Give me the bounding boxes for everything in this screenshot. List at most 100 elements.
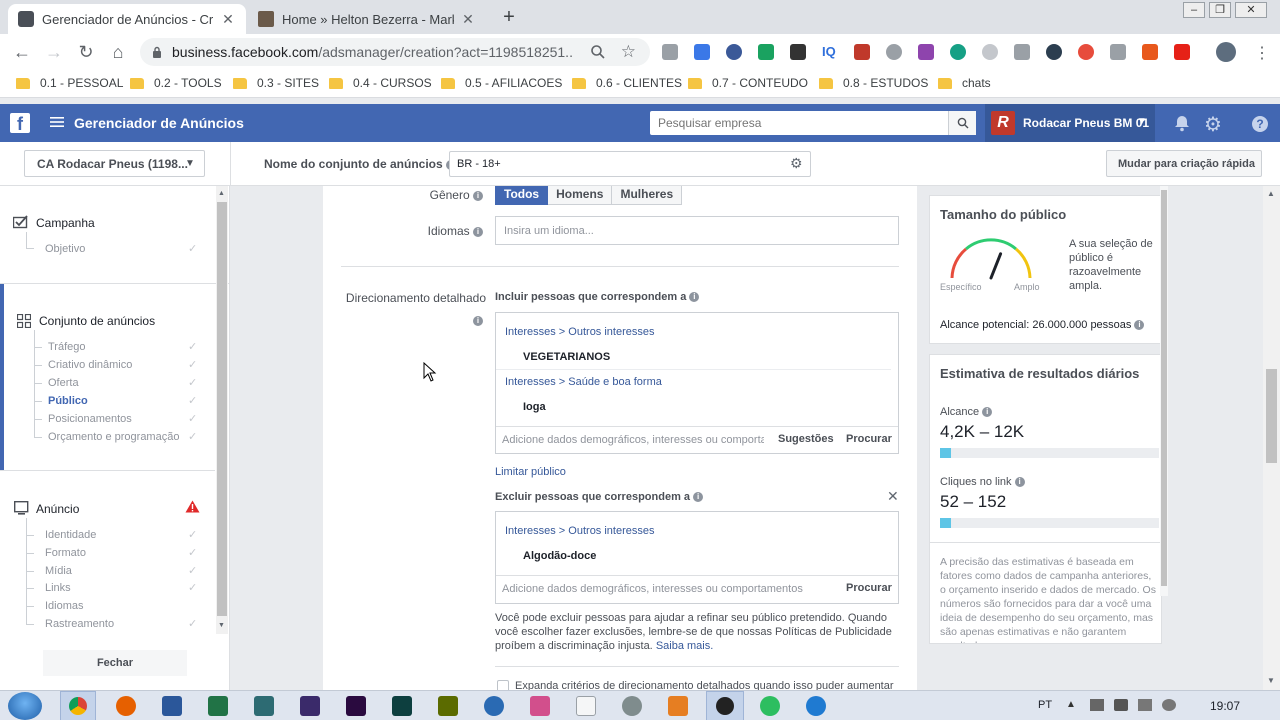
profile-avatar[interactable] [1216, 42, 1236, 62]
forward-arrow-icon[interactable]: → [42, 41, 66, 63]
start-button-icon[interactable] [8, 692, 42, 720]
info-icon[interactable]: i [473, 313, 483, 327]
zoom-icon[interactable] [590, 44, 606, 60]
nav-media[interactable]: Mídia [45, 565, 72, 577]
close-tab-icon[interactable]: ✕ [460, 11, 476, 28]
audition-icon[interactable] [392, 696, 412, 716]
bookmark-folder[interactable]: 0.4 - CURSOS [329, 76, 432, 90]
adset-name-field[interactable]: BR - 18+ ⚙ [449, 151, 811, 177]
new-tab-button[interactable]: + [498, 6, 520, 28]
nav-campaign[interactable]: Campanha [36, 216, 95, 230]
nav-links[interactable]: Links [45, 582, 71, 594]
home-icon[interactable]: ⌂ [106, 41, 130, 63]
bookmark-folder[interactable]: chats [938, 76, 991, 90]
gender-all-button[interactable]: Todos [495, 186, 549, 205]
targeting-term[interactable]: Algodão-doce [523, 550, 596, 562]
bookmark-star-icon[interactable]: ☆ [621, 42, 636, 62]
bookmark-folder[interactable]: 0.3 - SITES [233, 76, 319, 90]
evernote-icon[interactable] [760, 696, 780, 716]
fireworks-icon[interactable] [438, 696, 458, 716]
tab-ads-manager[interactable]: Gerenciador de Anúncios - Criaç ✕ [8, 4, 246, 34]
premiere-icon[interactable] [346, 696, 366, 716]
extension-tag-icon[interactable] [758, 44, 774, 60]
extension-youtube-icon[interactable] [1174, 44, 1190, 60]
targeting-term[interactable]: VEGETARIANOS [523, 351, 610, 363]
nav-scrollbar[interactable]: ▲ ▼ [216, 186, 228, 634]
notifications-bell-icon[interactable] [1173, 114, 1191, 132]
media-player-icon[interactable] [484, 696, 504, 716]
nav-adset[interactable]: Conjunto de anúncios [39, 314, 155, 328]
taskbar-active-app[interactable] [60, 691, 96, 720]
nav-tracking[interactable]: Rastreamento [45, 618, 114, 630]
app-icon[interactable] [622, 696, 642, 716]
remove-exclusion-icon[interactable]: ✕ [887, 488, 899, 505]
ad-account-selector[interactable]: CA Rodacar Pneus (1198... ▼ [24, 150, 205, 177]
nav-offer[interactable]: Oferta [48, 377, 79, 389]
info-icon[interactable]: i [473, 190, 483, 201]
teamviewer-icon[interactable] [806, 696, 826, 716]
dropbox-icon[interactable] [1114, 699, 1128, 711]
excel-icon[interactable] [208, 696, 228, 716]
reload-icon[interactable]: ↻ [74, 41, 98, 63]
word-icon[interactable] [162, 696, 182, 716]
help-icon[interactable]: ? [1252, 116, 1268, 132]
tray-expand-icon[interactable]: ▲ [1066, 699, 1076, 710]
facebook-logo-icon[interactable]: f [10, 113, 30, 134]
learn-more-link[interactable]: Saiba mais. [656, 640, 713, 652]
extension-m-icon[interactable] [790, 44, 806, 60]
close-window-icon[interactable]: ✕ [1235, 2, 1267, 18]
expand-targeting-checkbox[interactable] [497, 680, 509, 690]
quick-create-button[interactable]: Mudar para criação rápida [1106, 150, 1262, 177]
bookmark-folder[interactable]: 0.8 - ESTUDOS [819, 76, 928, 90]
bookmark-folder[interactable]: 0.6 - CLIENTES [572, 76, 682, 90]
file-icon[interactable] [576, 696, 596, 716]
minimize-icon[interactable]: – [1183, 2, 1205, 18]
page-scroll-thumb[interactable] [1266, 369, 1277, 463]
info-icon[interactable]: i [473, 226, 483, 237]
bookmark-folder[interactable]: 0.2 - TOOLS [130, 76, 222, 90]
close-tab-icon[interactable]: ✕ [220, 11, 236, 28]
extension-leaf-icon[interactable] [982, 44, 998, 60]
scroll-down-icon[interactable]: ▼ [218, 622, 225, 629]
info-icon[interactable]: i [982, 407, 993, 418]
bookmark-folder[interactable]: 0.7 - CONTEUDO [688, 76, 808, 90]
scroll-up-icon[interactable]: ▲ [218, 190, 225, 197]
scroll-up-icon[interactable]: ▲ [1267, 189, 1275, 198]
clock[interactable]: 19:07 [1210, 699, 1240, 713]
taskbar-app[interactable] [706, 691, 744, 720]
info-icon[interactable]: i [693, 492, 704, 503]
languages-input[interactable]: Insira um idioma... [495, 216, 899, 245]
bookmark-folder[interactable]: 0.5 - AFILIACOES [441, 76, 562, 90]
extension-f-icon[interactable] [1078, 44, 1094, 60]
page-scrollbar[interactable]: ▲ ▼ [1263, 186, 1280, 690]
browse-button[interactable]: Procurar [846, 433, 892, 445]
nav-format[interactable]: Formato [45, 547, 86, 559]
gender-men-button[interactable]: Homens [548, 186, 613, 205]
hamburger-menu-icon[interactable] [50, 116, 64, 128]
extension-square-icon[interactable] [694, 44, 710, 60]
settings-gear-icon[interactable]: ⚙ [1204, 112, 1222, 137]
extension-download-icon[interactable] [1046, 44, 1062, 60]
targeting-term[interactable]: Ioga [523, 401, 546, 413]
info-icon[interactable]: i [1134, 320, 1145, 331]
exclude-browse-button[interactable]: Procurar [846, 582, 892, 594]
chrome-menu-icon[interactable]: ⋮ [1254, 43, 1270, 63]
tab-helton-home[interactable]: Home » Helton Bezerra - Market ✕ [248, 4, 486, 34]
suggestions-button[interactable]: Sugestões [778, 433, 834, 445]
extension-circle-icon[interactable] [950, 44, 966, 60]
narrow-audience-link[interactable]: Limitar público [495, 466, 566, 478]
settings-gear-icon[interactable]: ⚙ [790, 155, 803, 172]
account-switcher[interactable]: R Rodacar Pneus BM 01 ▼ [985, 104, 1155, 142]
nav-ad[interactable]: Anúncio [36, 502, 79, 516]
extension-pen-icon[interactable] [918, 44, 934, 60]
include-search-input[interactable]: Adicione dados demográficos, interesses … [502, 434, 764, 446]
panel-scroll-thumb[interactable] [1161, 190, 1167, 586]
nav-scroll-thumb[interactable] [217, 202, 227, 616]
network-icon[interactable] [1138, 699, 1152, 711]
vlc-icon[interactable] [668, 696, 688, 716]
extension-save-icon[interactable] [1142, 44, 1158, 60]
address-bar[interactable]: business.facebook.com/adsmanager/creatio… [140, 38, 650, 66]
maximize-icon[interactable]: ❐ [1209, 2, 1231, 18]
info-icon[interactable]: i [689, 292, 700, 303]
app-icon[interactable] [530, 696, 550, 716]
